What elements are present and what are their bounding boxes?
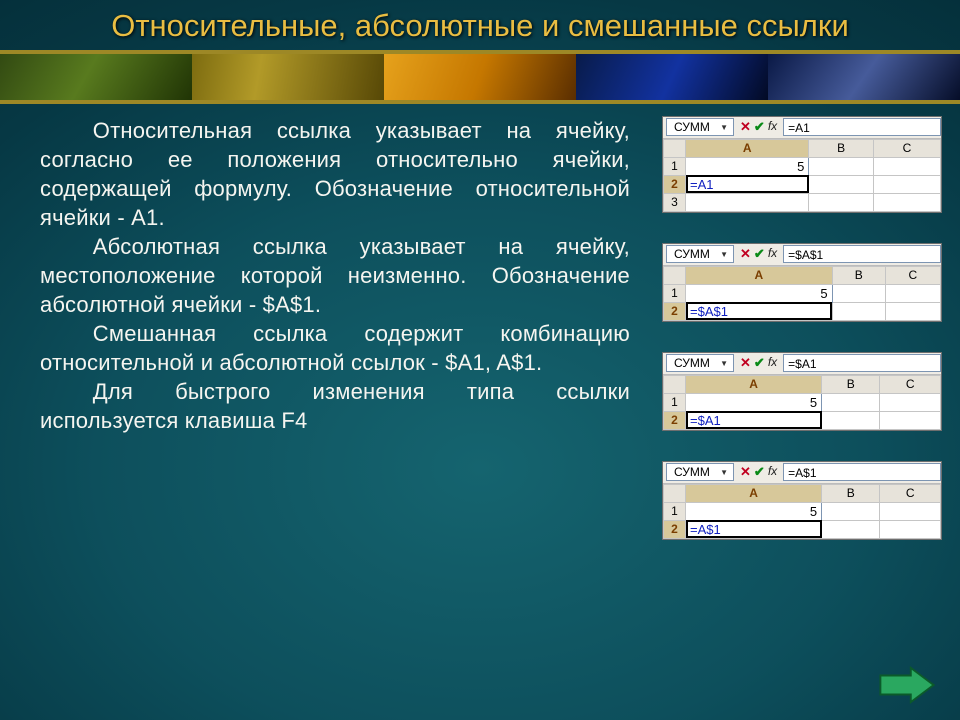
name-box[interactable]: СУММ▼ bbox=[666, 118, 734, 136]
next-arrow-icon bbox=[878, 666, 936, 704]
cell-a1[interactable]: 5 bbox=[686, 393, 822, 411]
col-header-c[interactable]: C bbox=[885, 266, 940, 284]
fx-icon[interactable]: fx bbox=[768, 246, 777, 262]
name-box[interactable]: СУММ▼ bbox=[666, 463, 734, 481]
formula-bar[interactable]: =$A1 bbox=[783, 354, 941, 372]
cell-a2-editing[interactable]: =$A$1 bbox=[686, 302, 833, 320]
dropdown-icon: ▼ bbox=[720, 123, 728, 132]
next-slide-button[interactable] bbox=[878, 666, 936, 704]
row-header-2[interactable]: 2 bbox=[664, 302, 686, 320]
excel-examples: СУММ▼ ✕ ✔ fx =A1 A B C 1 5 bbox=[630, 116, 942, 660]
cell-a2-editing[interactable]: =$A1 bbox=[686, 411, 822, 429]
cell-a1[interactable]: 5 bbox=[686, 157, 809, 175]
fx-icon[interactable]: fx bbox=[768, 119, 777, 135]
confirm-icon[interactable]: ✔ bbox=[754, 355, 765, 371]
image-band bbox=[0, 50, 960, 104]
row-header-2[interactable]: 2 bbox=[664, 175, 686, 193]
row-header-3[interactable]: 3 bbox=[664, 193, 686, 211]
cell-a1[interactable]: 5 bbox=[686, 284, 833, 302]
row-header-1[interactable]: 1 bbox=[664, 157, 686, 175]
name-box[interactable]: СУММ▼ bbox=[666, 354, 734, 372]
col-header-c[interactable]: C bbox=[880, 484, 941, 502]
col-header-b[interactable]: B bbox=[809, 139, 874, 157]
excel-panel-relative: СУММ▼ ✕ ✔ fx =A1 A B C 1 5 bbox=[662, 116, 942, 213]
excel-panel-mixed-row: СУММ▼ ✕ ✔ fx =A$1 A B C 1 5 bbox=[662, 461, 942, 540]
name-box[interactable]: СУММ▼ bbox=[666, 245, 734, 263]
paragraph-relative: Относительная ссылка указывает на ячейку… bbox=[40, 116, 630, 232]
paragraph-absolute: Абсолютная ссылка указывает на ячейку, м… bbox=[40, 232, 630, 319]
col-header-c[interactable]: C bbox=[880, 375, 941, 393]
confirm-icon[interactable]: ✔ bbox=[754, 119, 765, 135]
row-header-1[interactable]: 1 bbox=[664, 393, 686, 411]
col-header-a[interactable]: A bbox=[686, 139, 809, 157]
row-header-1[interactable]: 1 bbox=[664, 284, 686, 302]
cancel-icon[interactable]: ✕ bbox=[740, 246, 751, 262]
col-header-c[interactable]: C bbox=[873, 139, 940, 157]
dropdown-icon: ▼ bbox=[720, 250, 728, 259]
paragraph-mixed: Смешанная ссылка содержит комбинацию отн… bbox=[40, 319, 630, 377]
col-header-b[interactable]: B bbox=[822, 484, 880, 502]
cell-a1[interactable]: 5 bbox=[686, 502, 822, 520]
fx-icon[interactable]: fx bbox=[768, 464, 777, 480]
col-header-a[interactable]: A bbox=[686, 375, 822, 393]
col-header-b[interactable]: B bbox=[822, 375, 880, 393]
confirm-icon[interactable]: ✔ bbox=[754, 464, 765, 480]
formula-bar[interactable]: =$A$1 bbox=[783, 245, 941, 263]
dropdown-icon: ▼ bbox=[720, 468, 728, 477]
cancel-icon[interactable]: ✕ bbox=[740, 355, 751, 371]
cell-a2-editing[interactable]: =A$1 bbox=[686, 520, 822, 538]
fx-icon[interactable]: fx bbox=[768, 355, 777, 371]
excel-panel-mixed-col: СУММ▼ ✕ ✔ fx =$A1 A B C 1 5 bbox=[662, 352, 942, 431]
col-header-a[interactable]: A bbox=[686, 484, 822, 502]
col-header-a[interactable]: A bbox=[686, 266, 833, 284]
slide-title: Относительные, абсолютные и смешанные сс… bbox=[0, 0, 960, 46]
row-header-1[interactable]: 1 bbox=[664, 502, 686, 520]
cancel-icon[interactable]: ✕ bbox=[740, 119, 751, 135]
formula-bar[interactable]: =A1 bbox=[783, 118, 941, 136]
formula-bar[interactable]: =A$1 bbox=[783, 463, 941, 481]
body-text: Относительная ссылка указывает на ячейку… bbox=[40, 116, 630, 660]
excel-panel-absolute: СУММ▼ ✕ ✔ fx =$A$1 A B C 1 5 bbox=[662, 243, 942, 322]
cancel-icon[interactable]: ✕ bbox=[740, 464, 751, 480]
row-header-2[interactable]: 2 bbox=[664, 411, 686, 429]
cell-a2-editing[interactable]: =A1 bbox=[686, 175, 809, 193]
col-header-b[interactable]: B bbox=[832, 266, 885, 284]
dropdown-icon: ▼ bbox=[720, 359, 728, 368]
row-header-2[interactable]: 2 bbox=[664, 520, 686, 538]
confirm-icon[interactable]: ✔ bbox=[754, 246, 765, 262]
paragraph-f4: Для быстрого изменения типа ссылки испол… bbox=[40, 377, 630, 435]
